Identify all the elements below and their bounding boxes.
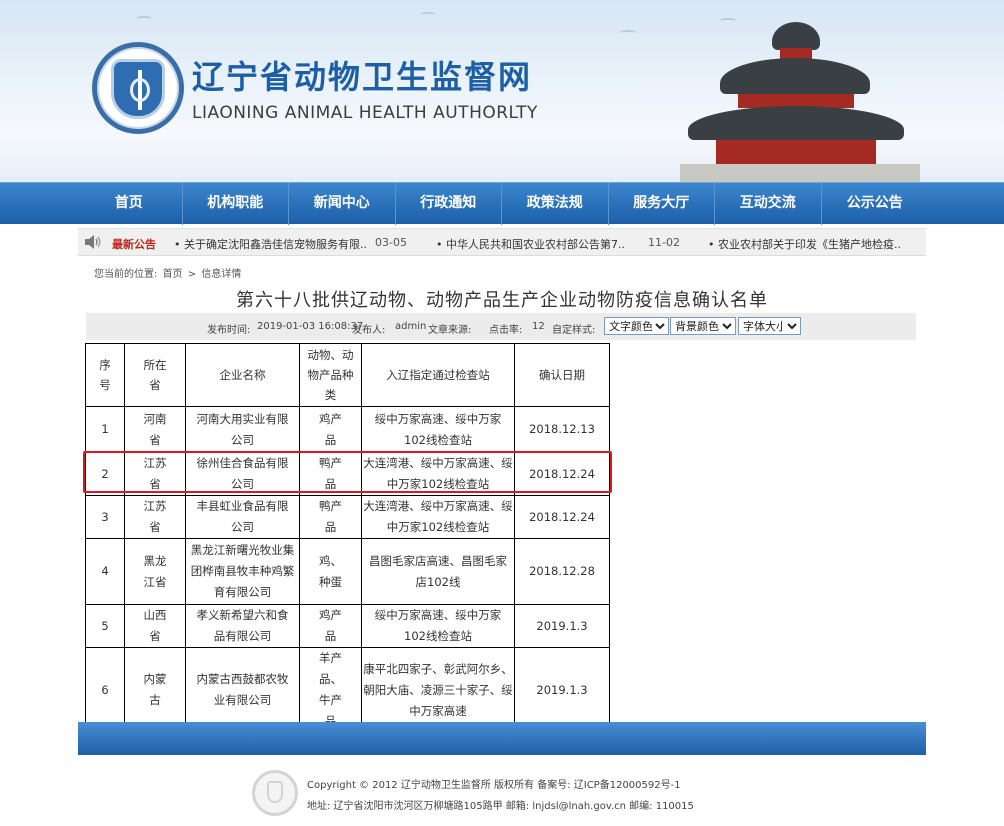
latest-notice-bar: 最新公告 • 关于确定沈阳鑫浩佳信宠物服务有限.. 03-05 • 中华人民共和… [78, 228, 926, 256]
publisher-label: 发布人: [352, 325, 386, 336]
cell-no: 3 [85, 495, 125, 539]
article-meta-bar: 发布时间: 2019-01-03 16:08:37 发布人: admin 文章来… [86, 313, 916, 340]
nav-item-notices[interactable]: 行政通知 [396, 183, 502, 225]
pavilion-illustration [680, 14, 920, 182]
page-title: 第六十八批供辽动物、动物产品生产企业动物防疫信息确认名单 [236, 290, 768, 311]
notice-date: 11-02 [648, 236, 680, 249]
publish-time-label: 发布时间: [207, 325, 251, 336]
cell-station: 昌图毛家店高速、昌图毛家店102线 [361, 538, 515, 605]
cell-no: 1 [85, 406, 125, 453]
table-row: 6 内蒙古 内蒙古西鼓都农牧业有限公司 羊产品、牛产品 康平北四家子、彰武阿尔乡… [85, 647, 610, 733]
cell-product: 鸡产品 [299, 406, 362, 453]
click-count: 12 [532, 321, 545, 332]
cell-product: 羊产品、牛产品 [299, 647, 362, 733]
breadcrumb-current: 信息详情 [201, 269, 242, 280]
cell-company: 孝义新希望六和食品有限公司 [185, 604, 300, 648]
nav-item-news[interactable]: 新闻中心 [289, 183, 396, 225]
nav-item-services[interactable]: 服务大厅 [609, 183, 715, 225]
footer-copyright: Copyright © 2012 辽宁动物卫生监督所 版权所有 备案号: 辽IC… [307, 780, 681, 791]
cell-station: 绥中万家高速、绥中万家102线检查站 [361, 406, 515, 453]
cell-date: 2019.1.3 [514, 647, 610, 733]
notice-item[interactable]: • 中华人民共和国农业农村部公告第7.. [436, 236, 625, 252]
main-nav: 首页 机构职能 新闻中心 行政通知 政策法规 服务大厅 互动交流 公示公告 [0, 182, 1004, 225]
table-row: 4 黑龙江省 黑龙江新曙光牧业集团桦南县牧丰种鸡繁育有限公司 鸡、种蛋 昌图毛家… [85, 538, 610, 605]
click-count-label: 点击率: [489, 325, 523, 336]
cell-product: 鸭产品 [299, 495, 362, 539]
background-color-select[interactable]: 背景颜色 [670, 317, 736, 335]
font-size-select[interactable]: 字体大小 [738, 317, 801, 335]
cell-no: 6 [85, 647, 125, 733]
bird-decoration [136, 16, 152, 21]
shield-icon [111, 59, 165, 119]
notice-label: 最新公告 [112, 238, 156, 251]
table-row: 5 山西省 孝义新希望六和食品有限公司 鸡产品 绥中万家高速、绥中万家102线检… [85, 604, 610, 648]
cell-product: 鸡、种蛋 [299, 538, 362, 605]
header-province: 所在省 [124, 343, 186, 407]
publisher: admin [395, 321, 427, 332]
breadcrumb-separator: > [187, 269, 197, 280]
cell-province: 内蒙古 [124, 647, 186, 733]
publish-time: 2019-01-03 16:08:37 [257, 321, 364, 332]
bird-decoration [420, 12, 436, 17]
cell-company: 河南大用实业有限公司 [185, 406, 300, 453]
cell-date: 2019.1.3 [514, 604, 610, 648]
nav-item-interaction[interactable]: 互动交流 [715, 183, 822, 225]
text-color-select[interactable]: 文字颜色 [604, 317, 669, 335]
cell-station: 大连湾港、绥中万家高速、绥中万家102线检查站 [361, 495, 515, 539]
cell-province: 江苏省 [124, 495, 186, 539]
breadcrumb-home-link[interactable]: 首页 [163, 269, 183, 280]
header-date: 确认日期 [514, 343, 610, 407]
notice-item[interactable]: • 关于确定沈阳鑫浩佳信宠物服务有限.. [174, 236, 367, 252]
header-no: 序号 [85, 343, 125, 407]
notice-date: 03-05 [375, 236, 407, 249]
nav-item-functions[interactable]: 机构职能 [183, 183, 289, 225]
header-station: 入辽指定通过检查站 [361, 343, 515, 407]
footer-bar [78, 722, 926, 755]
cell-province: 河南省 [124, 406, 186, 453]
cell-date: 2018.12.24 [514, 495, 610, 539]
cell-no: 5 [85, 604, 125, 648]
shield-icon [267, 781, 283, 803]
cell-product: 鸡产品 [299, 604, 362, 648]
cell-province: 山西省 [124, 604, 186, 648]
nav-item-policies[interactable]: 政策法规 [502, 183, 609, 225]
header-company: 企业名称 [185, 343, 300, 407]
cell-date: 2018.12.28 [514, 538, 610, 605]
nav-item-home[interactable]: 首页 [76, 183, 183, 225]
cell-station: 绥中万家高速、绥中万家102线检查站 [361, 604, 515, 648]
breadcrumb: 您当前的位置: 首页 > 信息详情 [94, 265, 243, 280]
site-title: 辽宁省动物卫生监督网 [192, 58, 533, 96]
notice-item[interactable]: • 农业农村部关于印发《生猪产地检疫.. [708, 236, 901, 252]
site-banner: 辽宁省动物卫生监督网 LIAONING ANIMAL HEALTH AUTHOR… [0, 0, 1004, 182]
cell-no: 4 [85, 538, 125, 605]
cell-province: 黑龙江省 [124, 538, 186, 605]
speaker-icon [85, 235, 101, 249]
cell-station: 康平北四家子、彰武阿尔乡、朝阳大庙、凌源三十家子、绥中万家高速 [361, 647, 515, 733]
cell-company: 丰县虹业食品有限公司 [185, 495, 300, 539]
bird-decoration [620, 30, 636, 35]
cell-company: 黑龙江新曙光牧业集团桦南县牧丰种鸡繁育有限公司 [185, 538, 300, 605]
header-product: 动物、动物产品种类 [299, 343, 362, 407]
table-header-row: 序号 所在省 企业名称 动物、动物产品种类 入辽指定通过检查站 确认日期 [85, 343, 610, 407]
cell-date: 2018.12.13 [514, 406, 610, 453]
nav-item-announcements[interactable]: 公示公告 [822, 183, 929, 225]
table-row: 1 河南省 河南大用实业有限公司 鸡产品 绥中万家高速、绥中万家102线检查站 … [85, 406, 610, 453]
table-row: 3 江苏省 丰县虹业食品有限公司 鸭产品 大连湾港、绥中万家高速、绥中万家102… [85, 495, 610, 539]
site-logo[interactable] [92, 42, 184, 134]
breadcrumb-prefix: 您当前的位置: [94, 269, 158, 280]
footer-logo [252, 770, 298, 816]
row-highlight-box [83, 451, 612, 493]
source-label: 文章来源: [428, 325, 472, 336]
confirmation-list-table: 序号 所在省 企业名称 动物、动物产品种类 入辽指定通过检查站 确认日期 1 河… [85, 343, 610, 733]
cell-company: 内蒙古西鼓都农牧业有限公司 [185, 647, 300, 733]
custom-style-label: 自定样式: [552, 325, 596, 336]
footer-address: 地址: 辽宁省沈阳市沈河区万柳塘路105路甲 邮箱: lnjdsl@lnah.g… [307, 801, 694, 812]
site-subtitle: LIAONING ANIMAL HEALTH AUTHORLTY [192, 103, 538, 123]
